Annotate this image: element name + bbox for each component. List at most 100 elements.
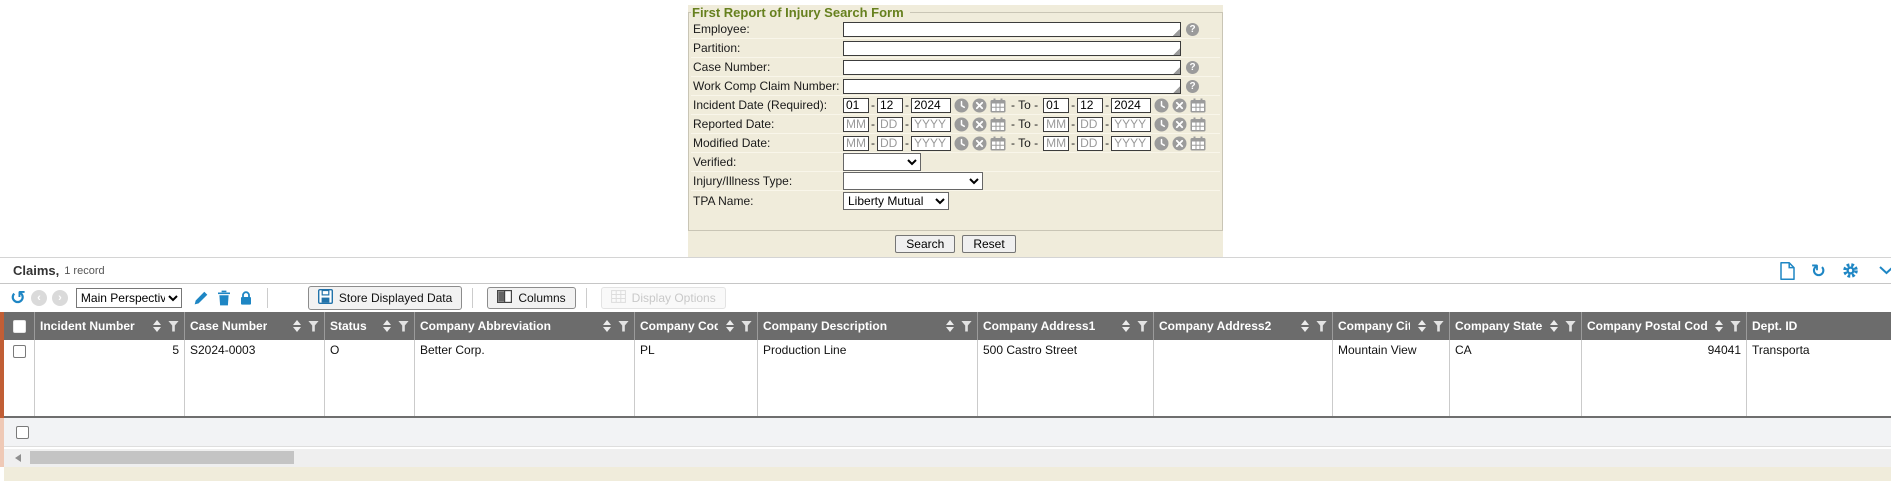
column-header-company-state[interactable]: Company State bbox=[1450, 312, 1582, 340]
clear-icon[interactable] bbox=[972, 117, 987, 132]
row-select-cell[interactable] bbox=[4, 340, 35, 416]
modified-from-year-input[interactable] bbox=[911, 136, 951, 151]
verified-select[interactable] bbox=[843, 153, 921, 171]
filter-funnel-icon[interactable] bbox=[961, 321, 972, 332]
incident-from-day-input[interactable] bbox=[877, 98, 903, 113]
tpa-select[interactable]: Liberty Mutual bbox=[843, 192, 949, 210]
column-header-incident-number[interactable]: Incident Number bbox=[35, 312, 185, 340]
sort-icon[interactable] bbox=[1418, 320, 1426, 332]
lock-icon[interactable] bbox=[239, 290, 253, 306]
incident-to-month-input[interactable] bbox=[1043, 98, 1069, 113]
perspective-select[interactable]: Main Perspective bbox=[76, 288, 182, 308]
filter-funnel-icon[interactable] bbox=[168, 321, 179, 332]
incident-to-day-input[interactable] bbox=[1077, 98, 1103, 113]
partition-input[interactable] bbox=[843, 41, 1181, 56]
filter-funnel-icon[interactable] bbox=[1565, 321, 1576, 332]
clear-icon[interactable] bbox=[1172, 136, 1187, 151]
sort-icon[interactable] bbox=[1715, 320, 1723, 332]
calendar-icon[interactable] bbox=[990, 117, 1006, 132]
filter-funnel-icon[interactable] bbox=[618, 321, 629, 332]
help-icon[interactable]: ? bbox=[1186, 23, 1199, 36]
column-header-company-address1[interactable]: Company Address1 bbox=[978, 312, 1154, 340]
modified-to-year-input[interactable] bbox=[1111, 136, 1151, 151]
work-comp-input[interactable] bbox=[843, 79, 1181, 94]
column-header-company-code[interactable]: Company Code bbox=[635, 312, 758, 340]
clear-icon[interactable] bbox=[1172, 98, 1187, 113]
clock-icon[interactable] bbox=[1154, 98, 1169, 113]
store-displayed-data-button[interactable]: Store Displayed Data bbox=[308, 286, 462, 310]
reported-from-month-input[interactable] bbox=[843, 117, 869, 132]
help-icon[interactable]: ? bbox=[1186, 61, 1199, 74]
clock-icon[interactable] bbox=[954, 136, 969, 151]
scroll-left-arrow-icon[interactable] bbox=[15, 454, 21, 462]
help-icon[interactable]: ? bbox=[1186, 80, 1199, 93]
modified-from-month-input[interactable] bbox=[843, 136, 869, 151]
sort-icon[interactable] bbox=[1550, 320, 1558, 332]
calendar-icon[interactable] bbox=[1190, 117, 1206, 132]
select-all-header-cell[interactable] bbox=[4, 312, 35, 340]
reported-from-day-input[interactable] bbox=[877, 117, 903, 132]
clock-icon[interactable] bbox=[954, 117, 969, 132]
sort-icon[interactable] bbox=[726, 320, 734, 332]
column-header-company-city[interactable]: Company City bbox=[1333, 312, 1450, 340]
sort-icon[interactable] bbox=[946, 320, 954, 332]
reported-to-year-input[interactable] bbox=[1111, 117, 1151, 132]
column-header-company-address2[interactable]: Company Address2 bbox=[1154, 312, 1333, 340]
clock-icon[interactable] bbox=[1154, 136, 1169, 151]
filter-funnel-icon[interactable] bbox=[398, 321, 409, 332]
clear-icon[interactable] bbox=[972, 136, 987, 151]
scrollbar-thumb[interactable] bbox=[30, 451, 294, 464]
sort-icon[interactable] bbox=[153, 320, 161, 332]
column-header-company-postal-code[interactable]: Company Postal Code bbox=[1582, 312, 1747, 340]
sort-icon[interactable] bbox=[293, 320, 301, 332]
search-button[interactable]: Search bbox=[895, 235, 955, 253]
clock-icon[interactable] bbox=[954, 98, 969, 113]
modified-from-day-input[interactable] bbox=[877, 136, 903, 151]
reported-to-day-input[interactable] bbox=[1077, 117, 1103, 132]
select-all-checkbox[interactable] bbox=[13, 320, 26, 333]
incident-to-year-input[interactable] bbox=[1111, 98, 1151, 113]
clear-icon[interactable] bbox=[972, 98, 987, 113]
filter-funnel-icon[interactable] bbox=[308, 321, 319, 332]
modified-to-month-input[interactable] bbox=[1043, 136, 1069, 151]
filter-funnel-icon[interactable] bbox=[1316, 321, 1327, 332]
reset-button[interactable]: Reset bbox=[962, 235, 1015, 253]
new-document-icon[interactable] bbox=[1780, 262, 1795, 280]
employee-input[interactable] bbox=[843, 22, 1181, 37]
filter-funnel-icon[interactable] bbox=[1137, 321, 1148, 332]
collapse-chevron-icon[interactable] bbox=[1879, 266, 1891, 275]
calendar-icon[interactable] bbox=[990, 136, 1006, 151]
row-checkbox[interactable] bbox=[13, 345, 26, 358]
horizontal-scrollbar[interactable] bbox=[4, 449, 1891, 467]
refresh-icon[interactable]: ↻ bbox=[1811, 262, 1826, 280]
calendar-icon[interactable] bbox=[990, 98, 1006, 113]
column-header-company-abbreviation[interactable]: Company Abbreviation bbox=[415, 312, 635, 340]
sort-icon[interactable] bbox=[1122, 320, 1130, 332]
edit-pencil-icon[interactable] bbox=[193, 290, 209, 306]
incident-from-month-input[interactable] bbox=[843, 98, 869, 113]
modified-to-day-input[interactable] bbox=[1077, 136, 1103, 151]
clock-icon[interactable] bbox=[1154, 117, 1169, 132]
column-header-company-description[interactable]: Company Description bbox=[758, 312, 978, 340]
case-number-input[interactable] bbox=[843, 60, 1181, 75]
column-header-dept-id[interactable]: Dept. ID bbox=[1747, 312, 1891, 340]
reported-from-year-input[interactable] bbox=[911, 117, 951, 132]
filter-funnel-icon[interactable] bbox=[1730, 321, 1741, 332]
reported-to-month-input[interactable] bbox=[1043, 117, 1069, 132]
sort-icon[interactable] bbox=[1301, 320, 1309, 332]
calendar-icon[interactable] bbox=[1190, 136, 1206, 151]
incident-from-year-input[interactable] bbox=[911, 98, 951, 113]
injury-type-select[interactable] bbox=[843, 172, 983, 190]
calendar-icon[interactable] bbox=[1190, 98, 1206, 113]
columns-button[interactable]: Columns bbox=[487, 287, 575, 309]
delete-trash-icon[interactable] bbox=[217, 290, 231, 306]
settings-gear-icon[interactable] bbox=[1842, 262, 1859, 279]
clear-icon[interactable] bbox=[1172, 117, 1187, 132]
sort-icon[interactable] bbox=[383, 320, 391, 332]
filter-funnel-icon[interactable] bbox=[741, 321, 752, 332]
footer-checkbox[interactable] bbox=[16, 426, 29, 439]
column-header-case-number[interactable]: Case Number bbox=[185, 312, 325, 340]
grid-data-row[interactable]: 5S2024-0003OBetter Corp.PLProduction Lin… bbox=[4, 340, 1891, 418]
column-header-status[interactable]: Status bbox=[325, 312, 415, 340]
undo-icon[interactable]: ↺ bbox=[10, 289, 26, 308]
